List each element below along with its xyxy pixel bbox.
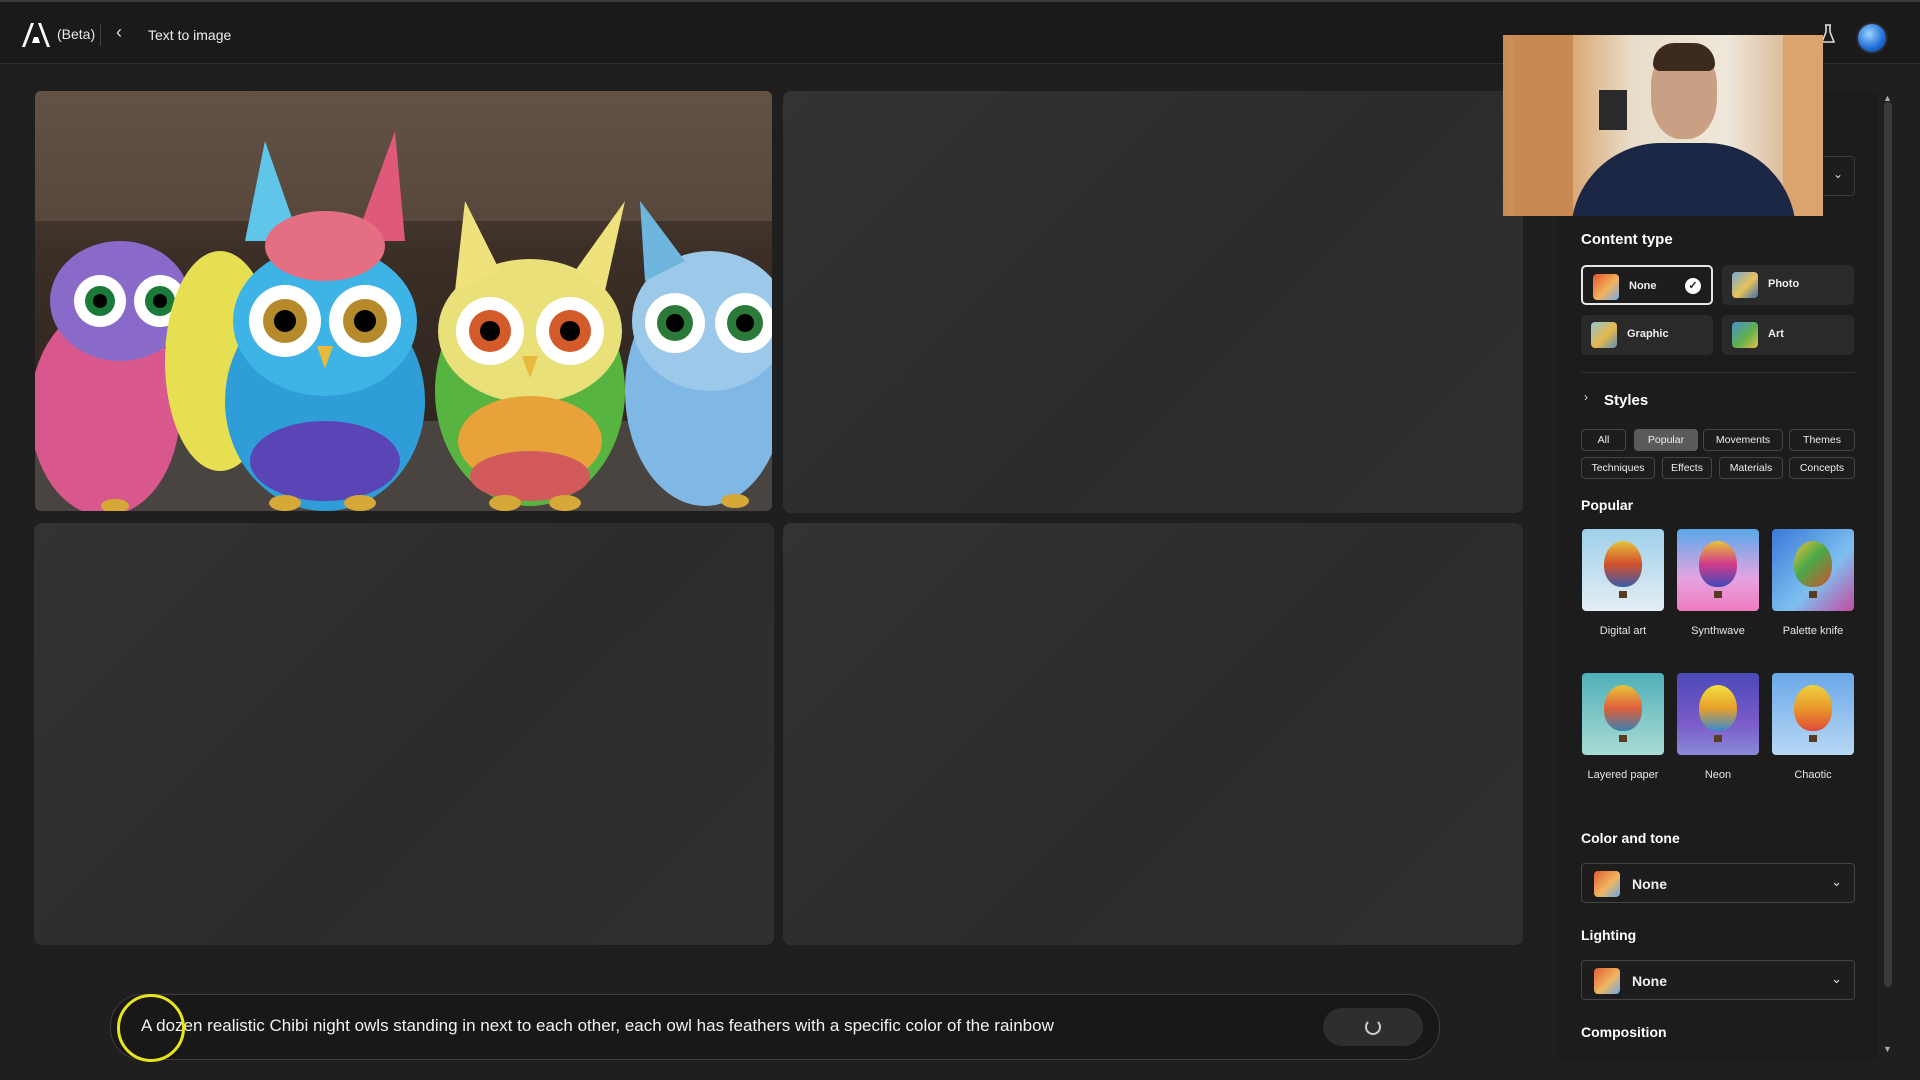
chip-movements[interactable]: Movements bbox=[1703, 429, 1783, 451]
basket bbox=[1809, 591, 1817, 598]
balloon-thumb-icon bbox=[1594, 968, 1620, 994]
chip-concepts[interactable]: Concepts bbox=[1789, 457, 1855, 479]
style-palette-knife[interactable]: Palette knife bbox=[1772, 529, 1854, 637]
divider bbox=[100, 24, 101, 46]
back-chevron-icon[interactable]: ‹ bbox=[116, 22, 122, 43]
generated-image-owls[interactable] bbox=[35, 91, 772, 511]
person-hair bbox=[1653, 43, 1715, 71]
balloon-thumb-icon bbox=[1594, 871, 1620, 897]
popular-heading: Popular bbox=[1581, 497, 1634, 513]
option-label: None bbox=[1629, 280, 1657, 292]
loading-spinner-icon bbox=[1365, 1019, 1381, 1035]
avatar[interactable] bbox=[1856, 22, 1888, 54]
divider bbox=[1581, 372, 1855, 373]
option-label: Art bbox=[1768, 328, 1784, 340]
option-label: Photo bbox=[1768, 278, 1800, 290]
doorframe bbox=[1783, 35, 1823, 216]
basket bbox=[1714, 735, 1722, 742]
graphic-thumb-icon bbox=[1591, 322, 1617, 348]
wall-frame bbox=[1599, 90, 1627, 130]
image-placeholder-4[interactable] bbox=[783, 523, 1523, 945]
model-select-chevron[interactable]: ⌄ bbox=[1824, 156, 1855, 196]
basket bbox=[1619, 735, 1627, 742]
style-thumb bbox=[1772, 673, 1854, 755]
scroll-up-icon[interactable]: ▲ bbox=[1883, 93, 1892, 103]
cursor-highlight bbox=[117, 994, 185, 1062]
style-chaotic[interactable]: Chaotic bbox=[1772, 673, 1854, 781]
prompt-input[interactable]: A dozen realistic Chibi night owls stand… bbox=[141, 1016, 1054, 1036]
chip-techniques[interactable]: Techniques bbox=[1581, 457, 1655, 479]
style-label: Chaotic bbox=[1794, 769, 1832, 781]
chip-effects[interactable]: Effects bbox=[1662, 457, 1712, 479]
chevron-right-icon[interactable]: › bbox=[1584, 390, 1588, 404]
webcam-overlay bbox=[1503, 35, 1823, 216]
style-thumb bbox=[1582, 529, 1664, 611]
color-and-tone-heading: Color and tone bbox=[1581, 830, 1680, 846]
chip-popular[interactable]: Popular bbox=[1634, 429, 1698, 451]
chip-materials[interactable]: Materials bbox=[1719, 457, 1783, 479]
chip-themes[interactable]: Themes bbox=[1789, 429, 1855, 451]
chevron-down-icon: ⌄ bbox=[1831, 971, 1842, 986]
composition-heading: Composition bbox=[1581, 1024, 1667, 1040]
color-and-tone-select[interactable]: None ⌄ bbox=[1581, 863, 1855, 903]
adobe-logo-icon[interactable] bbox=[22, 23, 50, 47]
balloon-icon bbox=[1699, 685, 1737, 731]
select-value: None bbox=[1632, 973, 1667, 989]
style-thumb bbox=[1677, 529, 1759, 611]
door bbox=[1513, 35, 1573, 216]
scroll-down-icon[interactable]: ▼ bbox=[1883, 1044, 1892, 1054]
style-thumb bbox=[1677, 673, 1759, 755]
balloon-icon bbox=[1699, 541, 1737, 587]
balloon-thumb-icon bbox=[1593, 274, 1619, 300]
basket bbox=[1714, 591, 1722, 598]
style-layered-paper[interactable]: Layered paper bbox=[1582, 673, 1664, 781]
style-label: Palette knife bbox=[1782, 625, 1844, 637]
balloon-icon bbox=[1794, 541, 1832, 587]
style-thumb bbox=[1772, 529, 1854, 611]
style-label: Layered paper bbox=[1587, 769, 1659, 781]
lighting-select[interactable]: None ⌄ bbox=[1581, 960, 1855, 1000]
chip-all[interactable]: All bbox=[1581, 429, 1626, 451]
style-synthwave[interactable]: Synthwave bbox=[1677, 529, 1759, 637]
styles-heading[interactable]: Styles bbox=[1604, 392, 1648, 409]
image-placeholder-3[interactable] bbox=[34, 523, 774, 945]
beta-label: (Beta) bbox=[57, 26, 96, 42]
option-label: Graphic bbox=[1627, 328, 1669, 340]
lighting-heading: Lighting bbox=[1581, 927, 1637, 943]
owls-illustration bbox=[35, 91, 772, 511]
select-value: None bbox=[1632, 876, 1667, 892]
person-body bbox=[1571, 143, 1796, 216]
chevron-down-icon: ⌄ bbox=[1833, 167, 1844, 181]
chevron-down-icon: ⌄ bbox=[1831, 874, 1842, 889]
image-placeholder-2[interactable] bbox=[783, 91, 1523, 513]
balloon-icon bbox=[1604, 541, 1642, 587]
basket bbox=[1619, 591, 1627, 598]
style-neon[interactable]: Neon bbox=[1677, 673, 1759, 781]
style-digital-art[interactable]: Digital art bbox=[1582, 529, 1664, 637]
basket bbox=[1809, 735, 1817, 742]
style-label: Neon bbox=[1704, 769, 1732, 781]
art-thumb-icon bbox=[1732, 322, 1758, 348]
style-label: Digital art bbox=[1599, 625, 1647, 637]
content-type-graphic[interactable]: Graphic bbox=[1581, 315, 1713, 355]
photo-thumb-icon bbox=[1732, 272, 1758, 298]
balloon-icon bbox=[1604, 685, 1642, 731]
content-type-heading: Content type bbox=[1581, 231, 1673, 248]
page-title: Text to image bbox=[148, 27, 232, 43]
content-type-art[interactable]: Art bbox=[1722, 315, 1854, 355]
flask-icon[interactable] bbox=[1821, 24, 1835, 44]
scroll-thumb[interactable] bbox=[1884, 102, 1892, 987]
content-type-photo[interactable]: Photo bbox=[1722, 265, 1854, 305]
balloon-icon bbox=[1794, 685, 1832, 731]
generate-button[interactable] bbox=[1323, 1008, 1423, 1046]
content-type-none[interactable]: None ✓ bbox=[1581, 265, 1713, 305]
style-thumb bbox=[1582, 673, 1664, 755]
style-label: Synthwave bbox=[1691, 625, 1745, 637]
prompt-bar[interactable]: A dozen realistic Chibi night owls stand… bbox=[110, 994, 1440, 1060]
check-icon: ✓ bbox=[1685, 278, 1701, 294]
